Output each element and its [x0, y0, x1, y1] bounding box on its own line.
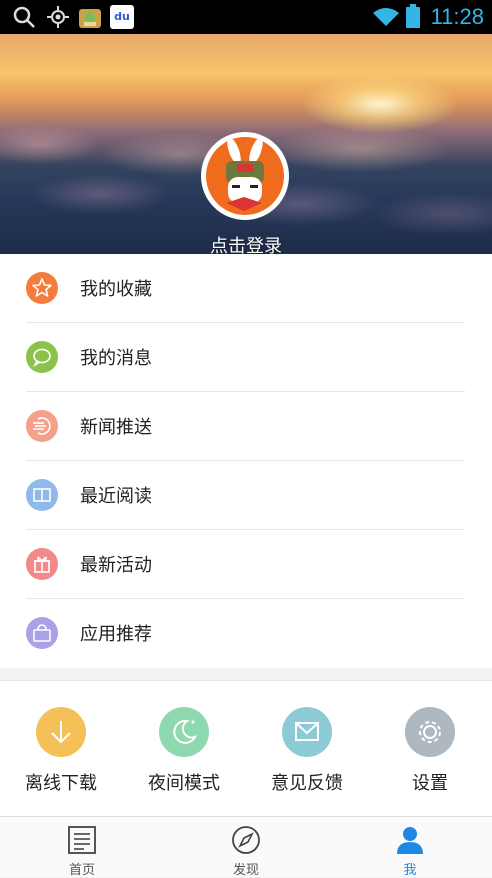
menu-label: 我的消息 — [80, 348, 152, 369]
location-icon — [47, 6, 69, 28]
menu-item-news-push[interactable]: 新闻推送 — [0, 392, 492, 461]
download-icon — [36, 707, 86, 757]
menu-label: 应用推荐 — [80, 624, 152, 645]
moon-icon — [159, 707, 209, 757]
menu-label: 新闻推送 — [80, 417, 152, 438]
tab-label: 首页 — [68, 863, 95, 878]
message-icon — [26, 341, 58, 373]
battery-icon — [406, 4, 420, 28]
menu-label: 最近阅读 — [80, 486, 152, 507]
offline-download-button[interactable]: 离线下载 — [6, 707, 116, 807]
baidu-icon: du — [110, 5, 134, 29]
tab-label: 我 — [403, 863, 417, 878]
menu-item-recent-reading[interactable]: 最近阅读 — [0, 461, 492, 530]
tools-row: 离线下载 夜间模式 意见反馈 设置 — [0, 680, 492, 817]
avatar-image — [206, 137, 284, 215]
push-icon — [26, 410, 58, 442]
tool-label: 意见反馈 — [271, 773, 343, 794]
menu-label: 最新活动 — [80, 555, 152, 576]
tab-home[interactable]: 首页 — [0, 817, 164, 878]
tool-label: 离线下载 — [25, 773, 97, 794]
baidu-icon-text: du — [114, 10, 130, 23]
book-icon — [26, 479, 58, 511]
settings-button[interactable]: 设置 — [375, 707, 485, 807]
night-mode-button[interactable]: 夜间模式 — [129, 707, 239, 807]
tab-discover[interactable]: 发现 — [164, 817, 328, 878]
tab-me[interactable]: 我 — [328, 817, 492, 878]
menu-list: 我的收藏 我的消息 新闻推送 最近阅读 最新活动 应用推荐 — [0, 254, 492, 668]
avatar[interactable] — [201, 132, 289, 220]
mascot-icon — [226, 137, 264, 211]
star-icon — [26, 272, 58, 304]
gear-icon — [405, 707, 455, 757]
bag-icon — [26, 617, 58, 649]
tab-label: 发现 — [232, 863, 259, 878]
feedback-button[interactable]: 意见反馈 — [252, 707, 362, 807]
menu-item-app-recommend[interactable]: 应用推荐 — [0, 599, 492, 668]
tool-label: 设置 — [412, 773, 448, 794]
tool-label: 夜间模式 — [148, 773, 220, 794]
gift-icon — [26, 548, 58, 580]
status-time: 11:28 — [430, 4, 484, 29]
app-notification-icon — [79, 9, 101, 28]
menu-label: 我的收藏 — [80, 279, 152, 300]
compass-icon — [232, 826, 260, 854]
wifi-icon — [373, 8, 399, 26]
menu-item-messages[interactable]: 我的消息 — [0, 323, 492, 392]
bottom-nav: 首页 发现 我 — [0, 816, 492, 878]
news-icon — [68, 826, 96, 854]
menu-item-latest-events[interactable]: 最新活动 — [0, 530, 492, 599]
user-icon — [397, 827, 423, 854]
menu-item-favorites[interactable]: 我的收藏 — [0, 254, 492, 323]
search-icon — [13, 6, 35, 28]
login-link[interactable]: 点击登录 — [0, 232, 492, 254]
status-bar: du 11:28 — [0, 0, 492, 34]
mail-icon — [282, 707, 332, 757]
profile-header: 点击登录 — [0, 34, 492, 254]
